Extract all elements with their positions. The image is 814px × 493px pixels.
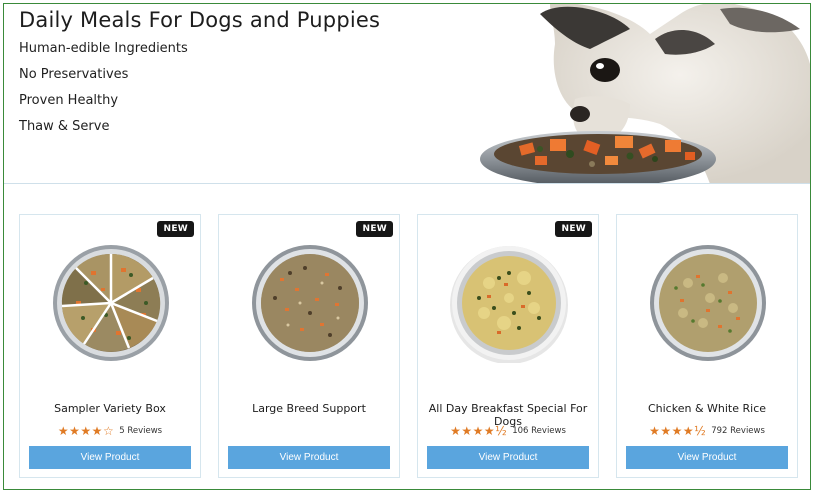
new-badge: NEW: [356, 221, 393, 237]
star-rating-icon: ★★★★☆: [57, 424, 115, 438]
review-count[interactable]: 792 Reviews: [711, 426, 765, 436]
star-rating-icon: ★★★★½: [649, 424, 707, 438]
product-name[interactable]: Large Breed Support: [219, 402, 399, 415]
sampler-bowl-image: [53, 245, 169, 361]
product-rating: ★★★★☆ 5 Reviews: [20, 424, 200, 438]
breakfast-bowl-image: [450, 246, 568, 364]
product-card[interactable]: Chicken & White Rice ★★★★½ 792 Reviews V…: [616, 214, 798, 478]
product-name[interactable]: Sampler Variety Box: [20, 402, 200, 415]
new-badge: NEW: [157, 221, 194, 237]
product-name[interactable]: Chicken & White Rice: [617, 402, 797, 415]
product-card[interactable]: NEW: [417, 214, 599, 478]
dog-eating-image: [480, 4, 810, 183]
feature-list: Human-edible Ingredients No Preservative…: [19, 40, 188, 144]
feature-item: Human-edible Ingredients: [19, 41, 188, 56]
product-card[interactable]: NEW: [19, 214, 201, 478]
product-grid: NEW Sampler Variety Box ★★★★☆ 5 Reviews …: [19, 214, 799, 479]
feature-item: Thaw & Serve: [19, 119, 110, 134]
view-product-button[interactable]: View Product: [626, 446, 788, 469]
product-rating: ★★★★½ 792 Reviews: [617, 424, 797, 438]
feature-item: Proven Healthy: [19, 93, 119, 108]
view-product-button[interactable]: View Product: [29, 446, 191, 469]
product-rating: ★★★★½ 106 Reviews: [418, 424, 598, 438]
product-image[interactable]: [51, 243, 171, 363]
review-count[interactable]: 106 Reviews: [512, 426, 566, 436]
view-product-button[interactable]: View Product: [228, 446, 390, 469]
review-count[interactable]: 5 Reviews: [119, 426, 162, 436]
page-title: Daily Meals For Dogs and Puppies: [19, 8, 381, 32]
hero-banner: Daily Meals For Dogs and Puppies Human-e…: [4, 4, 810, 184]
product-image[interactable]: [449, 243, 569, 364]
chicken-rice-bowl-image: [650, 245, 766, 361]
feature-item: No Preservatives: [19, 67, 129, 82]
view-product-button[interactable]: View Product: [427, 446, 589, 469]
star-rating-icon: ★★★★½: [450, 424, 508, 438]
product-image[interactable]: [250, 243, 370, 363]
new-badge: NEW: [555, 221, 592, 237]
page-frame: Daily Meals For Dogs and Puppies Human-e…: [3, 3, 811, 490]
product-card[interactable]: NEW: [218, 214, 400, 478]
product-image[interactable]: [648, 243, 768, 363]
large-breed-bowl-image: [252, 245, 368, 361]
